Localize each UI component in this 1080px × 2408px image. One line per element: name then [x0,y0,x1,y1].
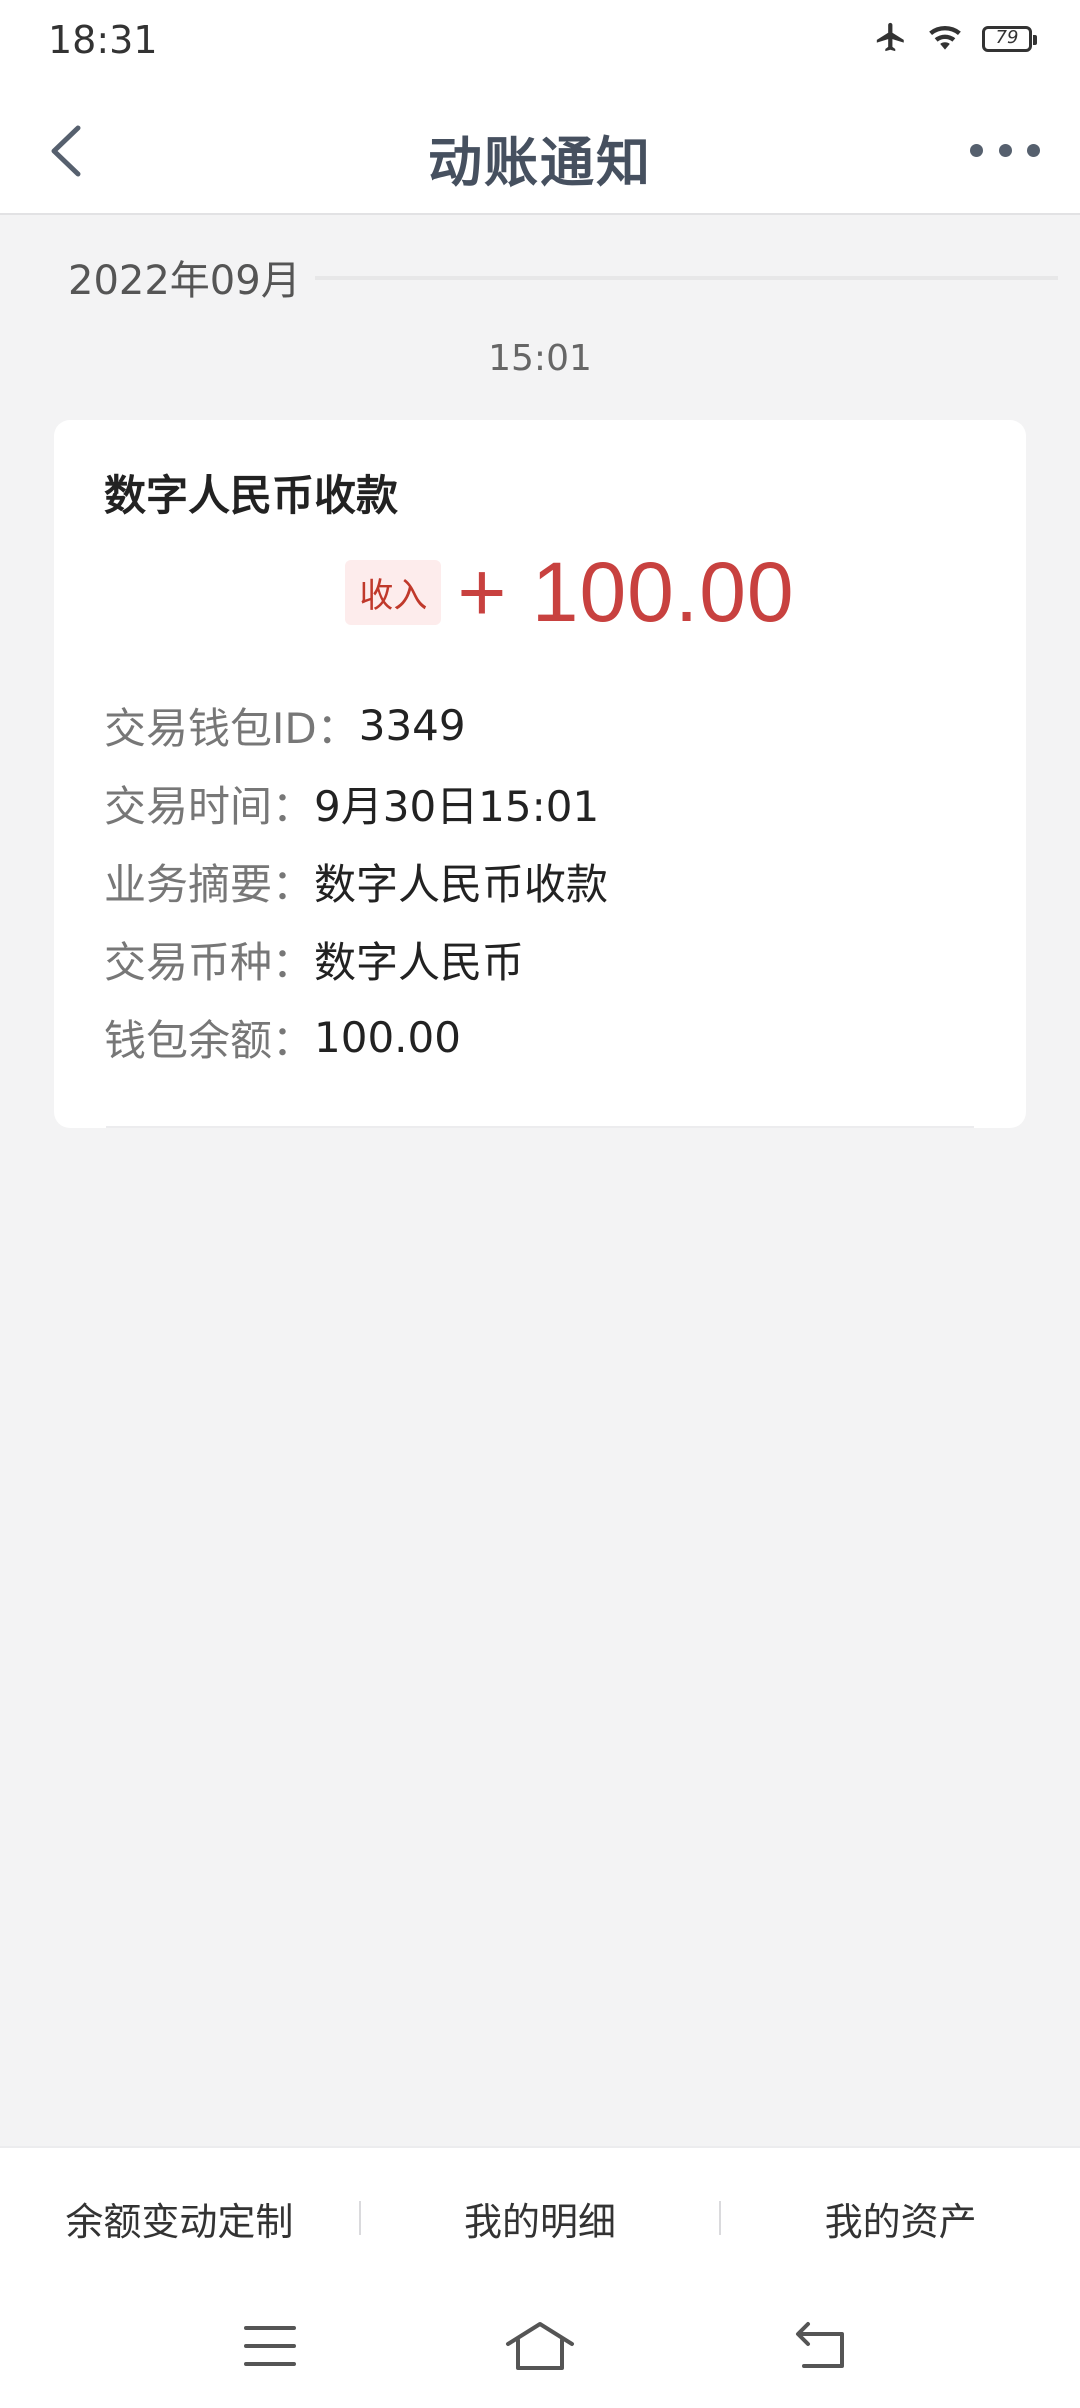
detail-value: 9月30日15:01 [314,781,600,831]
status-bar: 18:31 79 [0,0,1080,86]
message-time: 15:01 [488,338,592,379]
detail-value: 数字人民币收款 [314,859,609,909]
transaction-card[interactable]: 数字人民币收款 收入 + 100.00 交易钱包ID： 3349 交易时间： 9… [54,420,1026,1128]
status-time: 18:31 [48,18,158,62]
back-arrow-icon [796,2322,844,2368]
bottom-tab-bar: 余额变动定制 我的明细 我的资产 [0,2146,1080,2288]
more-dots-icon [970,143,983,157]
system-nav-bar [0,2286,1080,2408]
month-divider: 2022年09月 [68,248,1058,306]
header: 动账通知 [0,86,1080,215]
detail-value: 100.00 [314,1012,461,1062]
page-title: 动账通知 [428,131,652,194]
detail-label: 钱包余额： [104,1015,315,1065]
detail-row-summary: 业务摘要： 数字人民币收款 [104,842,984,920]
detail-label: 交易钱包ID： [104,703,359,753]
menu-button[interactable] [230,2316,310,2376]
tab-balance-change-custom[interactable]: 余额变动定制 [0,2191,359,2246]
status-icons: 79 [874,20,1037,58]
detail-label: 业务摘要： [104,859,315,909]
detail-value: 数字人民币 [314,937,525,987]
battery-level: 79 [995,27,1019,48]
income-badge: 收入 [345,560,442,625]
menu-icon [244,2326,296,2366]
card-title: 数字人民币收款 [104,471,399,520]
back-nav-button[interactable] [780,2316,860,2376]
detail-value: 3349 [358,700,466,750]
battery-icon: 79 [982,26,1037,52]
more-options-button[interactable] [970,130,1040,170]
detail-label: 交易币种： [104,937,315,987]
divider-line [314,276,1058,280]
detail-row-wallet-id: 交易钱包ID： 3349 [104,686,984,764]
detail-row-balance: 钱包余额： 100.00 [104,998,984,1076]
amount-row: 收入 + 100.00 [54,544,1026,641]
tab-my-details[interactable]: 我的明细 [361,2191,720,2246]
transaction-details: 交易钱包ID： 3349 交易时间： 9月30日15:01 业务摘要： 数字人民… [104,686,984,1076]
home-icon [506,2322,574,2370]
wifi-icon [926,21,964,57]
tab-my-assets[interactable]: 我的资产 [721,2191,1080,2246]
home-button[interactable] [500,2316,580,2376]
month-label: 2022年09月 [68,258,301,304]
amount-value: + 100.00 [457,545,795,639]
card-divider [106,1126,974,1128]
detail-row-currency: 交易币种： 数字人民币 [104,920,984,998]
detail-row-time: 交易时间： 9月30日15:01 [104,764,984,842]
airplane-mode-icon [874,20,908,58]
detail-label: 交易时间： [104,781,315,831]
